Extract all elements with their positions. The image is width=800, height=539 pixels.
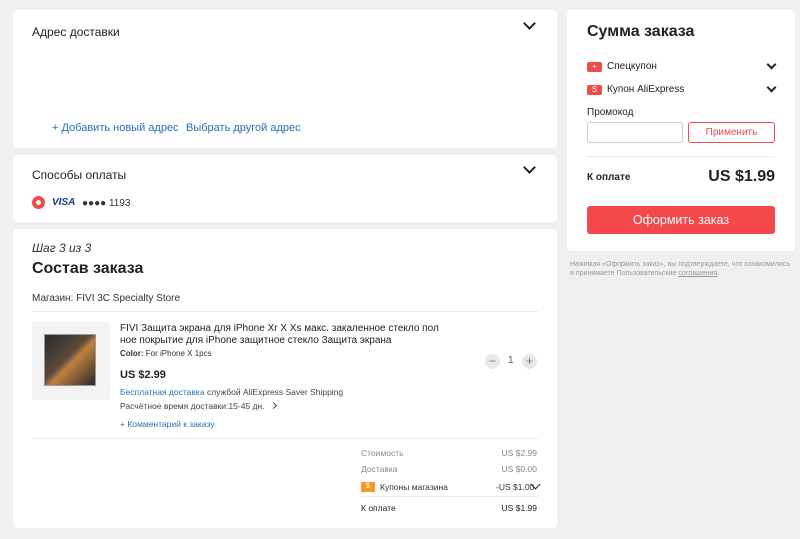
apply-promo-button[interactable]: Применить (688, 122, 775, 143)
chevron-down-icon[interactable] (766, 82, 777, 93)
product-title-line1[interactable]: FIVI Защита экрана для iPhone Xr X Xs ма… (120, 323, 439, 334)
legal-text-end: . (717, 270, 720, 277)
summary-title: Сумма заказа (587, 23, 695, 40)
quantity-increase-button[interactable]: + (522, 354, 537, 369)
add-address-link[interactable]: + Добавить новый адрес (52, 122, 179, 134)
delivery-time[interactable]: Расчётное время доставки:15-45 дн. (120, 401, 277, 411)
shipping-label: Доставка (361, 464, 398, 474)
quantity-value[interactable]: 1 (508, 355, 514, 366)
address-card: Адрес доставки + Добавить новый адрес Вы… (13, 10, 557, 148)
step-indicator: Шаг 3 из 3 (32, 241, 92, 255)
chevron-down-icon[interactable] (766, 59, 777, 70)
store-coupons-value[interactable]: -US $1.00 (496, 482, 534, 492)
special-coupon-label[interactable]: Спецкупон (607, 61, 657, 72)
promo-code-label: Промокод (587, 107, 634, 118)
cost-value: US $2.99 (501, 448, 537, 458)
color-value: For iPhone X 1pcs (145, 349, 212, 358)
card-number: ●●●● 1193 (82, 198, 131, 209)
chevron-down-icon[interactable] (523, 17, 536, 30)
free-shipping-label: Бесплатная доставка (120, 387, 205, 397)
address-title: Адрес доставки (32, 25, 120, 39)
payment-card: Способы оплаты VISA ●●●● 1193 (13, 155, 557, 222)
special-coupon-icon: + (587, 62, 602, 72)
product-color: Color: For iPhone X 1pcs (120, 349, 212, 358)
cost-label: Стоимость (361, 448, 404, 458)
choose-address-link[interactable]: Выбрать другой адрес (186, 122, 301, 134)
order-title: Состав заказа (32, 260, 144, 277)
product-price: US $2.99 (120, 369, 166, 381)
promo-code-input[interactable] (587, 122, 683, 143)
chevron-right-icon (269, 401, 277, 410)
shipping-value: US $0.00 (501, 464, 537, 474)
order-total-label: К оплате (361, 503, 396, 513)
aliexpress-coupon-icon: S (587, 85, 602, 95)
checkout-button[interactable]: Оформить заказ (587, 206, 775, 234)
legal-note: Нажимая «Оформить заказ», вы подтверждае… (570, 260, 795, 278)
payment-radio[interactable] (32, 196, 45, 209)
order-card: Шаг 3 из 3 Состав заказа Магазин: FIVI 3… (13, 229, 557, 528)
store-name[interactable]: Магазин: FIVI 3C Specialty Store (32, 293, 180, 304)
order-summary-card: Сумма заказа + Спецкупон S Купон AliExpr… (567, 10, 795, 251)
delivery-time-text: Расчётное время доставки:15-45 дн. (120, 401, 265, 411)
chevron-down-icon[interactable] (523, 161, 536, 174)
shipping-info: Бесплатная доставка службой AliExpress S… (120, 387, 343, 397)
payment-title: Способы оплаты (32, 168, 127, 182)
visa-icon: VISA (52, 197, 76, 208)
divider (32, 311, 538, 312)
divider (361, 496, 538, 497)
divider (587, 156, 775, 157)
quantity-decrease-button[interactable]: − (485, 354, 500, 369)
user-agreement-link[interactable]: соглашения (678, 270, 717, 277)
sidebar-total-value: US $1.99 (708, 168, 775, 185)
order-comment-link[interactable]: + Комментарий к заказу (120, 419, 215, 429)
store-coupons-label[interactable]: Купоны магазина (380, 482, 448, 492)
store-coupon-icon: $ (361, 482, 375, 492)
sidebar-total-label: К оплате (587, 172, 631, 183)
product-title-line2[interactable]: ное покрытие для iPhone защитное стекло … (120, 335, 391, 346)
divider (32, 438, 538, 439)
shipping-service: службой AliExpress Saver Shipping (206, 387, 344, 397)
order-total-value: US $1.99 (501, 503, 537, 513)
color-label: Color: (120, 349, 144, 358)
aliexpress-coupon-label[interactable]: Купон AliExpress (607, 84, 684, 95)
product-image[interactable] (32, 322, 110, 400)
